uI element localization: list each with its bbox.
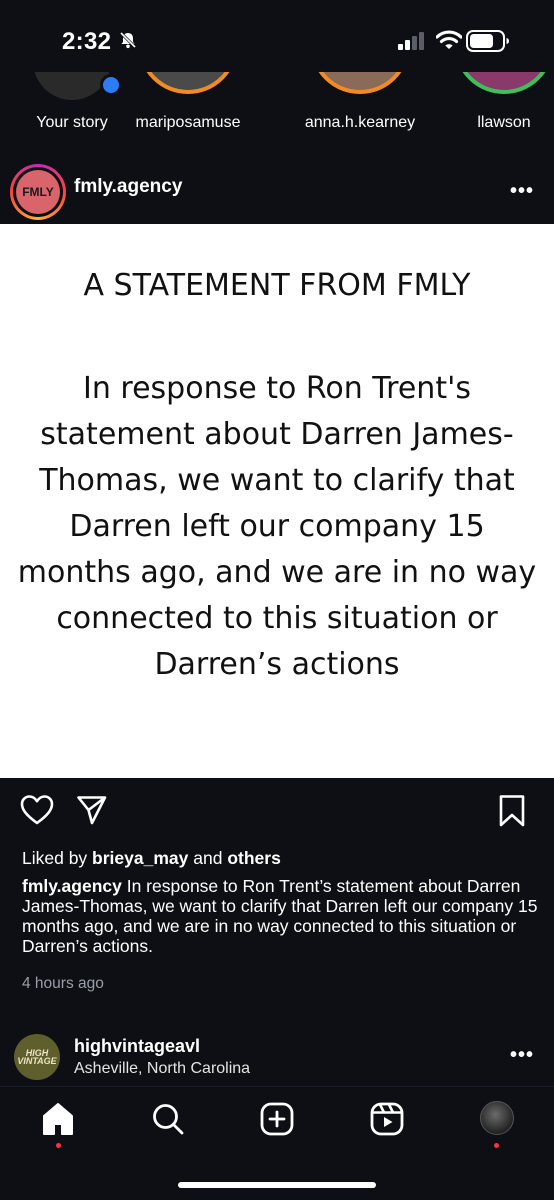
next-post-avatar[interactable]: HIGH VINTAGE — [14, 1034, 60, 1080]
story-label: Your story — [36, 114, 108, 131]
more-options-icon[interactable]: ••• — [510, 1044, 534, 1067]
post-caption: fmly.agency In response to Ron Trent’s s… — [22, 876, 542, 956]
bookmark-icon[interactable] — [498, 794, 526, 833]
story-your-story[interactable]: Your story — [12, 72, 132, 142]
caption-username[interactable]: fmly.agency — [22, 876, 122, 896]
plus-square-icon[interactable] — [259, 1101, 295, 1142]
heart-icon[interactable] — [20, 794, 54, 831]
story-anna-h-kearney[interactable]: anna.h.kearney — [300, 72, 420, 142]
profile-avatar[interactable] — [480, 1101, 514, 1135]
liked-prefix: Liked by — [22, 848, 93, 868]
post-header: FMLY fmly.agency ••• — [0, 160, 554, 224]
stories-tray: Your story mariposamuse anna.h.kearney l… — [0, 72, 554, 142]
more-options-icon[interactable]: ••• — [510, 180, 534, 203]
liked-user[interactable]: brieya_may — [92, 848, 188, 868]
wifi-icon — [435, 29, 463, 56]
profile-notification-dot — [494, 1143, 499, 1148]
cellular-signal-icon — [398, 32, 426, 55]
next-post-location[interactable]: Asheville, North Carolina — [74, 1060, 250, 1078]
home-icon[interactable] — [40, 1101, 76, 1142]
bell-muted-icon — [118, 30, 138, 55]
send-icon[interactable] — [76, 794, 108, 831]
reels-icon[interactable] — [369, 1101, 405, 1142]
avatar-logo-text: FMLY — [16, 170, 60, 214]
avatar-logo-text: HIGH VINTAGE — [17, 1048, 57, 1066]
liked-others[interactable]: others — [227, 848, 280, 868]
story-label: anna.h.kearney — [304, 114, 416, 131]
home-indicator[interactable] — [178, 1182, 376, 1188]
liked-by-line[interactable]: Liked by brieya_may and others — [22, 848, 281, 869]
add-story-icon — [100, 74, 122, 96]
post-actions — [0, 790, 554, 840]
story-llawson[interactable]: llawson — [444, 72, 554, 142]
clock: 2:32 — [62, 28, 112, 55]
story-label: mariposamuse — [135, 114, 241, 131]
post-image-title: A STATEMENT FROM FMLY — [83, 268, 471, 303]
post-author-avatar[interactable]: FMLY — [10, 164, 66, 220]
battery-icon — [466, 30, 510, 57]
next-post-username[interactable]: highvintageavl — [74, 1036, 200, 1057]
search-icon[interactable] — [150, 1101, 186, 1142]
post-author-username[interactable]: fmly.agency — [74, 176, 182, 198]
post-timestamp: 4 hours ago — [22, 975, 104, 992]
post-image[interactable]: A STATEMENT FROM FMLY In response to Ron… — [0, 224, 554, 778]
home-notification-dot — [56, 1143, 61, 1148]
liked-and: and — [188, 848, 228, 868]
next-post-header: HIGH VINTAGE highvintageavl Asheville, N… — [0, 1030, 554, 1086]
story-label: llawson — [477, 114, 531, 131]
status-bar: 2:32 — [0, 0, 554, 82]
story-mariposamuse[interactable]: mariposamuse — [128, 72, 248, 142]
post-image-body: In response to Ron Trent's statement abo… — [17, 371, 537, 682]
